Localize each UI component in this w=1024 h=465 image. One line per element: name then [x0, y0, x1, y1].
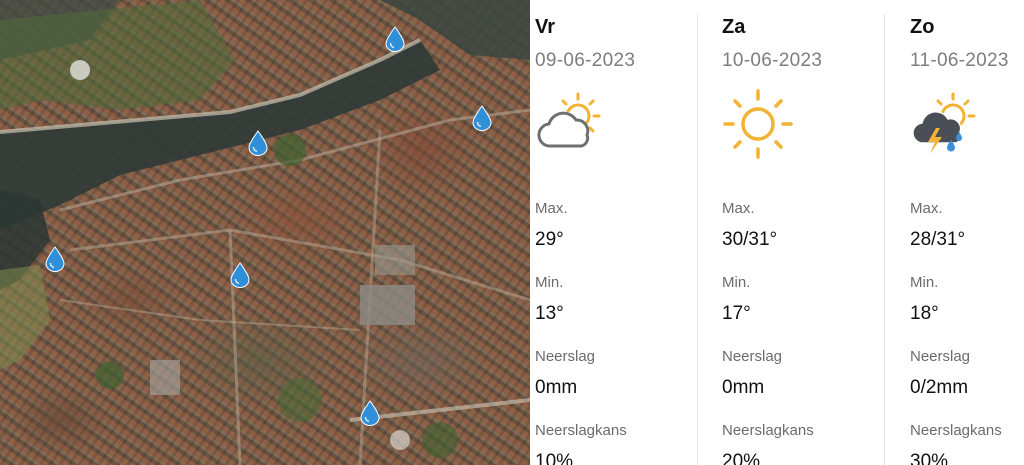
thunderstorm-icon [912, 92, 976, 154]
max-temp-label: Max. [535, 200, 568, 217]
precipitation-chance-label: Neerslagkans [722, 422, 814, 439]
partly-cloudy-icon [537, 92, 601, 148]
max-temp-value: 30/31° [722, 229, 778, 250]
water-drop-icon[interactable] [360, 400, 380, 426]
day-column-sunday: Zo 11-06-2023 Max. 28/31° Min. 18° Neers… [910, 0, 1024, 465]
precipitation-label: Neerslag [722, 348, 783, 365]
precipitation-chance-label: Neerslagkans [535, 422, 627, 439]
precipitation-chance-label: Neerslagkans [910, 422, 1002, 439]
water-drop-icon[interactable] [472, 105, 492, 131]
precipitation-value: 0/2mm [910, 377, 969, 398]
water-drop-icon[interactable] [230, 262, 250, 288]
water-drop-icon[interactable] [385, 26, 405, 52]
day-date: 09-06-2023 [535, 50, 636, 71]
min-temp-value: 17° [722, 303, 751, 324]
min-temp-label: Min. [722, 274, 751, 291]
water-drop-icon[interactable] [45, 246, 65, 272]
column-divider [884, 14, 885, 465]
day-date: 11-06-2023 [910, 50, 1009, 71]
day-name: Vr [535, 16, 556, 38]
day-column-friday: Vr 09-06-2023 Max. 29° Min. 13° Neerslag… [535, 0, 695, 465]
day-column-saturday: Za 10-06-2023 Max. 30/31° Min. 17° Neers… [722, 0, 882, 465]
precipitation-chance-value: 10% [535, 451, 574, 465]
column-divider [697, 14, 698, 465]
map-terrain [0, 0, 530, 465]
min-temp-value: 18° [910, 303, 939, 324]
max-temp-value: 29° [535, 229, 564, 250]
day-date: 10-06-2023 [722, 50, 823, 71]
precipitation-label: Neerslag [910, 348, 971, 365]
min-temp-label: Min. [910, 274, 939, 291]
precipitation-label: Neerslag [535, 348, 596, 365]
max-temp-label: Max. [910, 200, 943, 217]
precipitation-value: 0mm [722, 377, 765, 398]
water-drop-icon[interactable] [248, 130, 268, 156]
min-temp-label: Min. [535, 274, 564, 291]
max-temp-value: 28/31° [910, 229, 966, 250]
min-temp-value: 13° [535, 303, 564, 324]
day-name: Za [722, 16, 746, 38]
sunny-icon [723, 89, 793, 159]
satellite-map[interactable] [0, 0, 530, 465]
max-temp-label: Max. [722, 200, 755, 217]
precipitation-chance-value: 30% [910, 451, 949, 465]
day-name: Zo [910, 16, 935, 38]
precipitation-value: 0mm [535, 377, 578, 398]
precipitation-chance-value: 20% [722, 451, 761, 465]
